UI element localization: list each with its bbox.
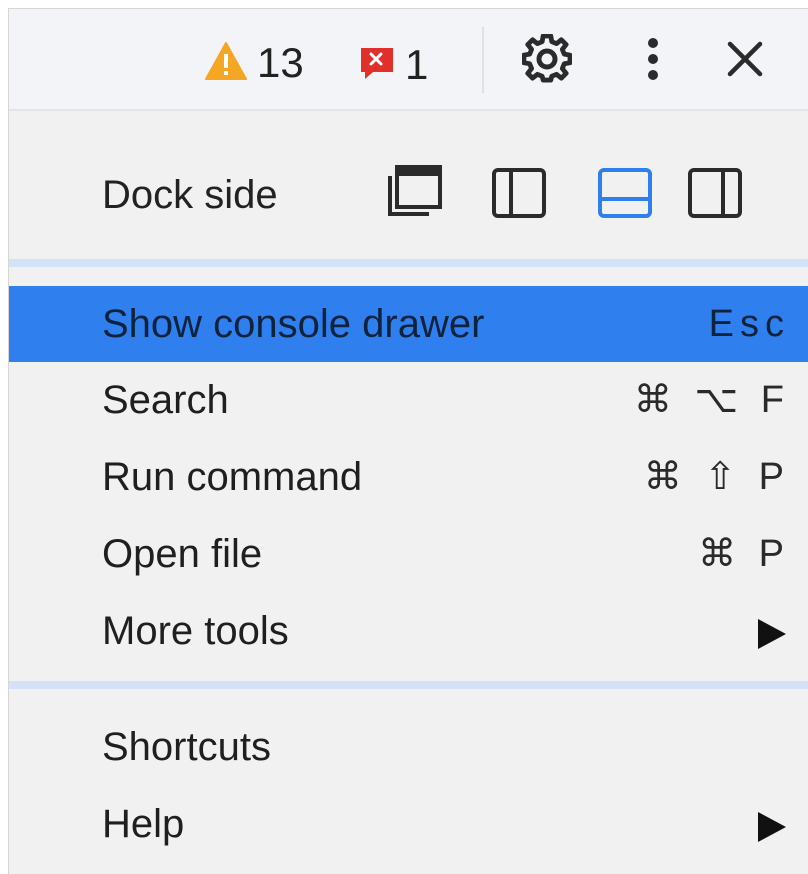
- menu-separator: [9, 681, 808, 689]
- dock-side-label: Dock side: [102, 173, 278, 217]
- menu-item-label: Run command: [102, 455, 363, 499]
- submenu-arrow-icon: [758, 619, 786, 649]
- menu-item-label: Help: [102, 802, 185, 846]
- menu-item-more-tools[interactable]: More tools: [9, 593, 808, 669]
- menu-separator: [9, 259, 808, 267]
- warnings-count: 13: [257, 39, 304, 86]
- menu-item-shortcut: ⌘ ⇧ P: [643, 456, 790, 498]
- menu-item-label: Open file: [102, 532, 263, 576]
- warning-icon: [205, 41, 247, 85]
- toolbar-divider: [482, 27, 484, 93]
- menu-item-show-console-drawer[interactable]: Show console drawer Esc: [9, 286, 808, 362]
- menu-item-shortcut: ⌘ ⌥ F: [633, 379, 790, 421]
- menu-item-label: Shortcuts: [102, 725, 271, 769]
- menu-item-shortcut: Esc: [708, 303, 790, 345]
- menu-item-label: More tools: [102, 609, 289, 653]
- dock-side-row: Dock side: [9, 125, 808, 255]
- settings-button[interactable]: [519, 33, 575, 89]
- more-options-button[interactable]: [633, 33, 673, 89]
- close-devtools-button[interactable]: [717, 33, 773, 89]
- menu-item-search[interactable]: Search ⌘ ⌥ F: [9, 362, 808, 438]
- menu-item-shortcut: ⌘ P: [698, 533, 790, 575]
- submenu-arrow-icon: [758, 812, 786, 842]
- error-icon: [359, 46, 395, 85]
- dock-right-icon: [687, 167, 743, 224]
- undock-window-icon: [383, 164, 443, 227]
- menu-item-label: Show console drawer: [102, 302, 485, 346]
- menu-item-shortcuts[interactable]: Shortcuts: [9, 709, 808, 785]
- menu-item-help[interactable]: Help: [9, 786, 808, 862]
- close-icon: [725, 39, 765, 84]
- gear-icon: [521, 33, 573, 89]
- dock-right-button[interactable]: [683, 163, 747, 227]
- menu-item-open-file[interactable]: Open file ⌘ P: [9, 516, 808, 592]
- devtools-main-menu: 13 1 Dock side Show console drawer Esc S…: [8, 8, 808, 874]
- dock-left-button[interactable]: [487, 163, 551, 227]
- errors-count: 1: [405, 41, 429, 88]
- dock-bottom-icon: [597, 167, 653, 224]
- menu-item-label: Search: [102, 378, 229, 422]
- errors-counter[interactable]: 1: [359, 41, 428, 89]
- warnings-counter[interactable]: 13: [205, 39, 304, 87]
- dock-bottom-button[interactable]: [593, 163, 657, 227]
- dock-left-icon: [491, 167, 547, 224]
- dock-undock-button[interactable]: [381, 163, 445, 227]
- menu-item-run-command[interactable]: Run command ⌘ ⇧ P: [9, 439, 808, 515]
- kebab-menu-icon: [645, 35, 661, 88]
- devtools-toolbar: 13 1: [9, 9, 808, 111]
